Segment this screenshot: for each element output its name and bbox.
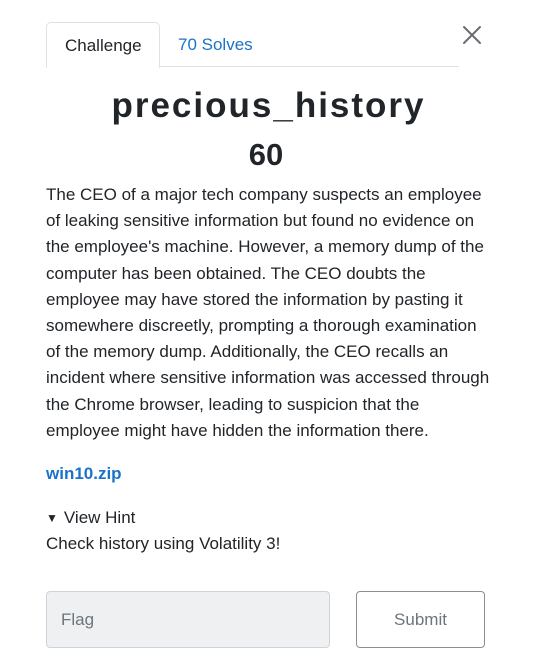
- download-file-link[interactable]: win10.zip: [46, 462, 122, 486]
- submit-button[interactable]: Submit: [356, 591, 485, 648]
- flag-input[interactable]: [46, 591, 330, 648]
- challenge-points: 60: [248, 137, 284, 172]
- close-button[interactable]: [461, 24, 483, 46]
- tab-solves[interactable]: 70 Solves: [160, 22, 271, 67]
- hint-content: Check history using Volatility 3!: [46, 534, 281, 553]
- challenge-description: The CEO of a major tech company suspects…: [46, 185, 490, 440]
- view-hint-label: View Hint: [63, 508, 136, 527]
- close-icon: [463, 26, 481, 44]
- tab-bar: Challenge 70 Solves: [46, 22, 459, 68]
- view-hint-toggle[interactable]: ▼ View Hint: [46, 506, 135, 531]
- challenge-title: precious_history: [111, 86, 426, 125]
- challenge-modal: Challenge 70 Solves precious_history 60 …: [0, 0, 537, 669]
- tab-challenge[interactable]: Challenge: [46, 22, 160, 68]
- caret-down-icon: ▼: [46, 511, 58, 525]
